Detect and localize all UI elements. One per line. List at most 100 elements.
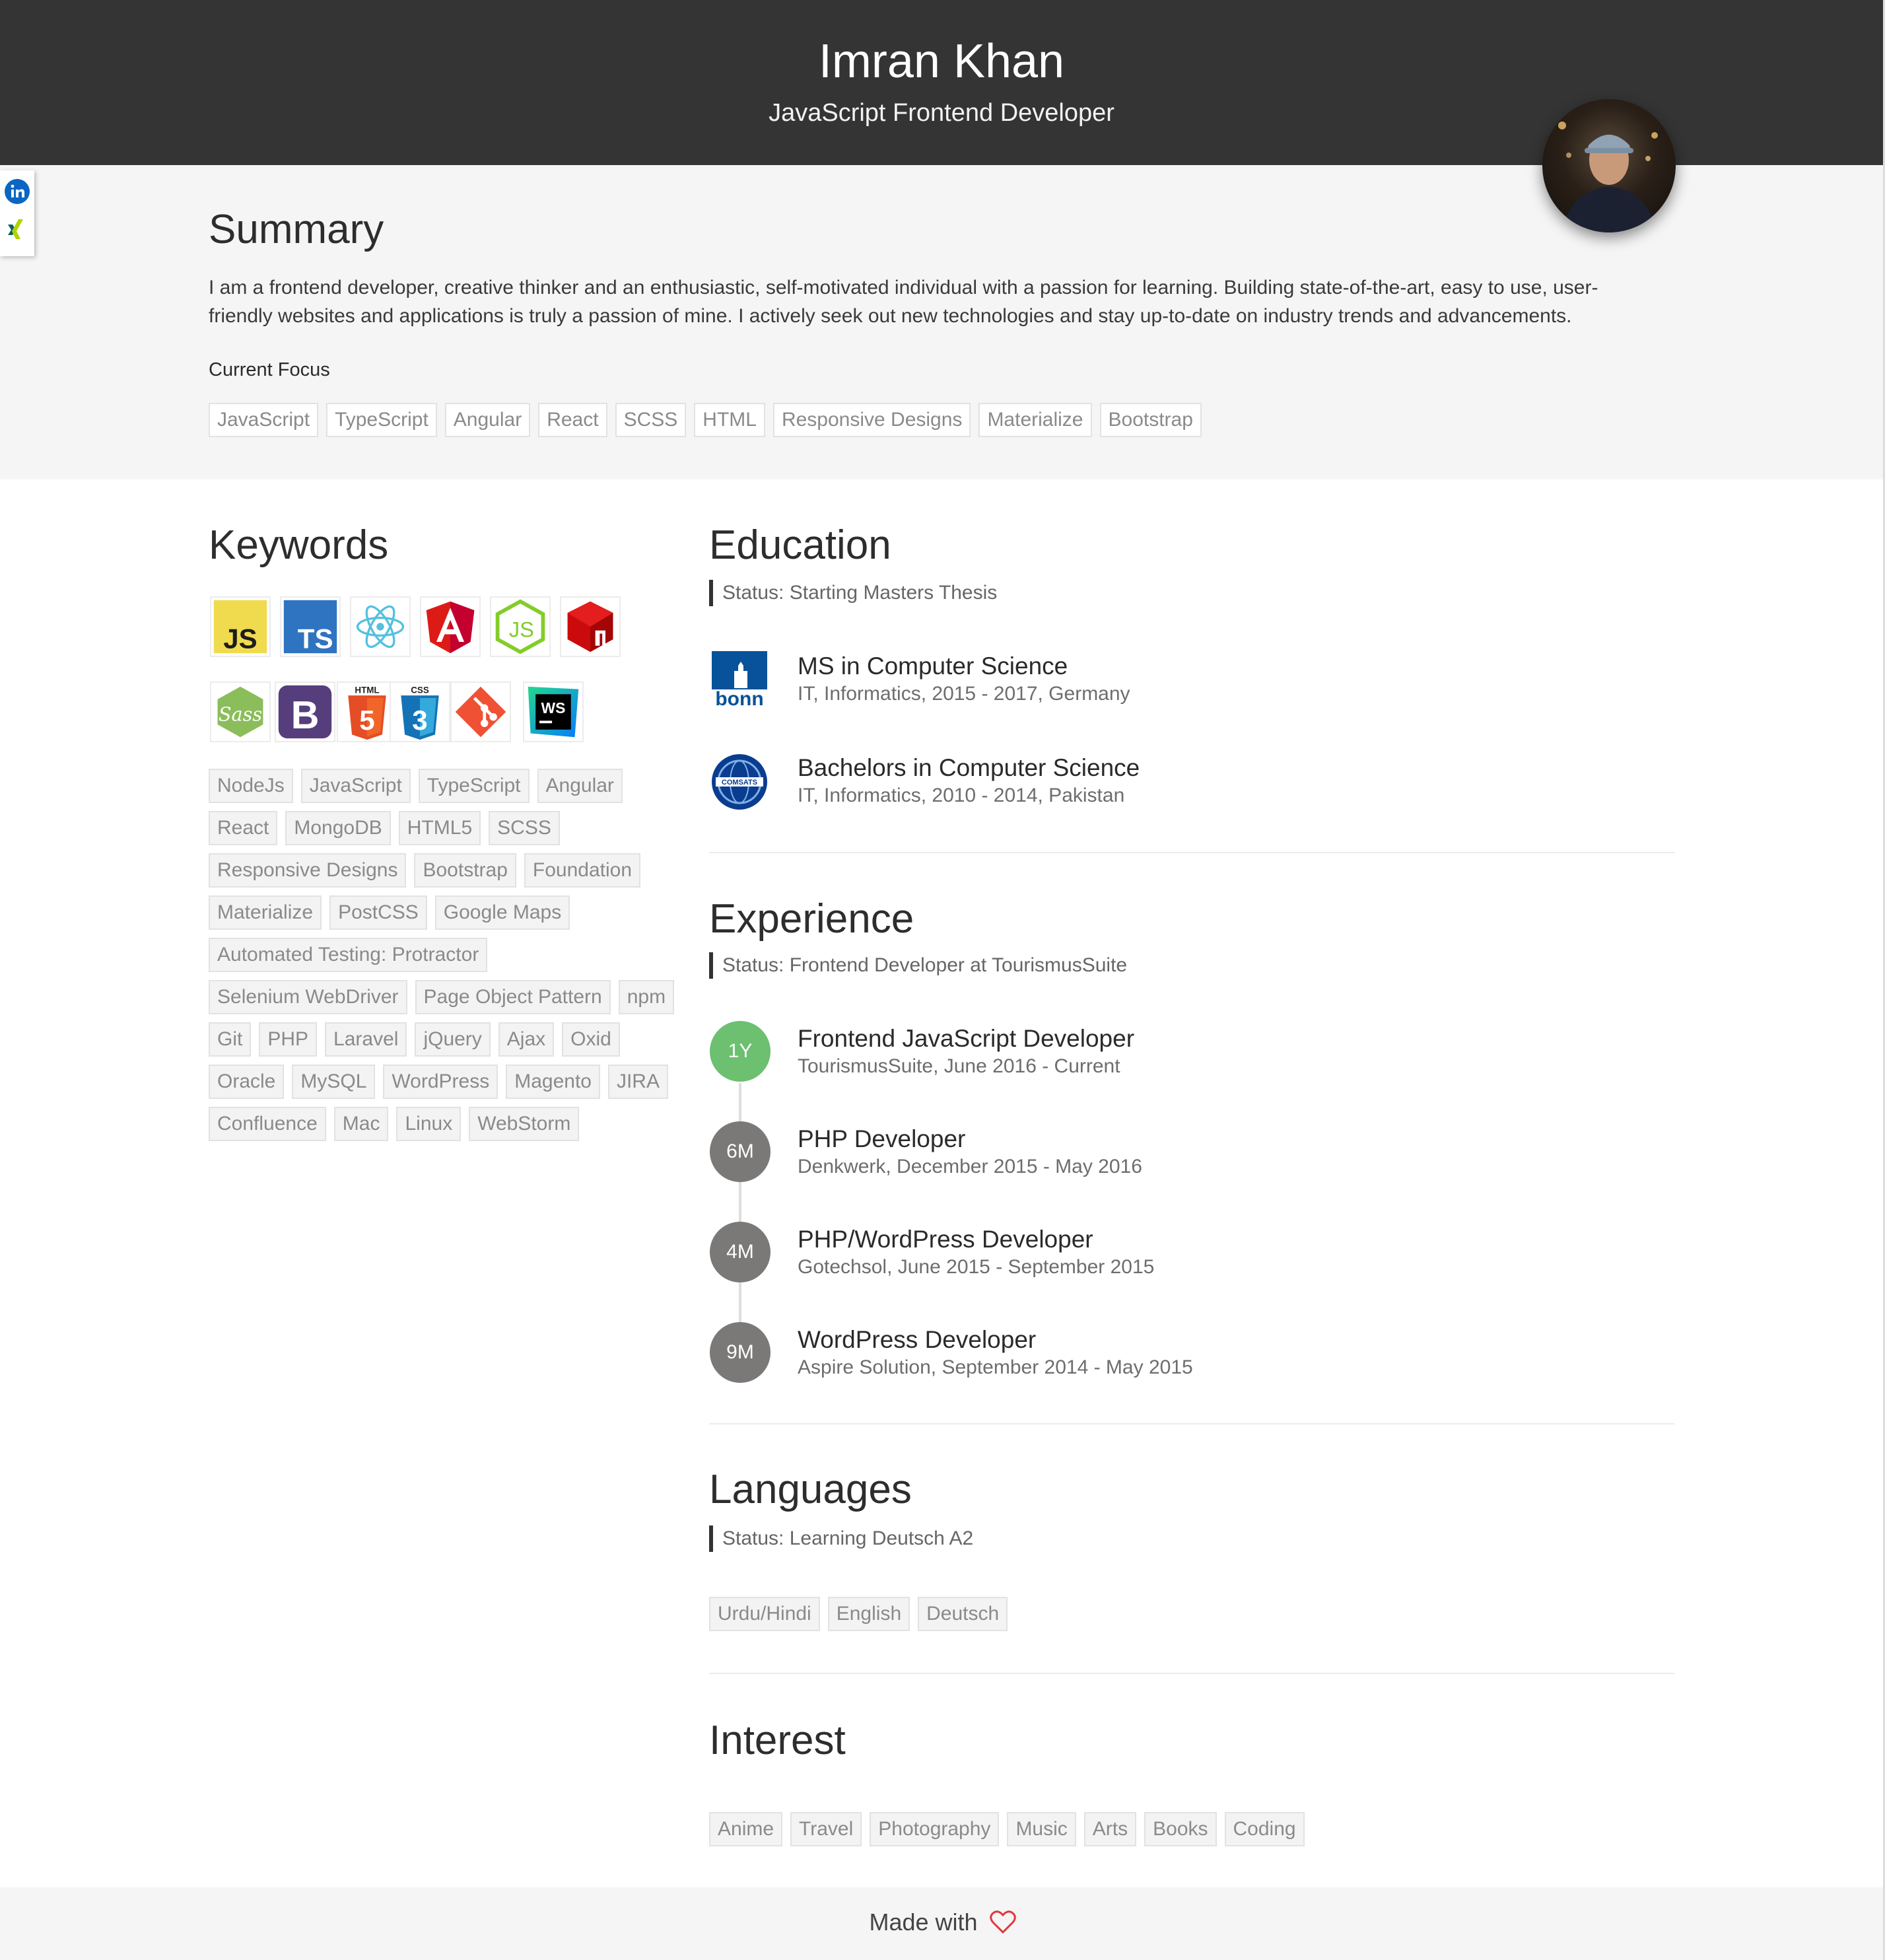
keyword-tag: JavaScript [300,769,411,803]
experience-item-title: PHP Developer [798,1125,966,1152]
section-divider [709,1423,1674,1424]
education-item-title: MS in Computer Science [798,652,1068,680]
experience-item-subtitle: Gotechsol, June 2015 - September 2015 [798,1256,1155,1278]
focus-tag: SCSS [615,403,687,437]
keyword-tag: Automated Testing: Protractor [209,938,488,972]
keyword-tag: WebStorm [469,1107,580,1141]
section-divider [709,852,1674,853]
keyword-tag: Magento [506,1065,600,1099]
summary-text: I am a frontend developer, creative thin… [209,277,1598,327]
html5-icon: HTML 5 [337,682,397,742]
keyword-tag: MongoDB [285,811,391,845]
focus-tag: HTML [694,403,765,437]
svg-text:HTML: HTML [355,685,379,695]
focus-tag: Responsive Designs [772,403,971,437]
keyword-tags: NodeJs JavaScript TypeScript Angular Rea… [209,769,684,1149]
npm-icon [560,596,621,657]
experience-status: Status: Frontend Developer at TourismusS… [709,952,1127,979]
keyword-tag: jQuery [415,1022,491,1057]
keyword-tag: MySQL [292,1065,376,1099]
interest-tag: Music [1007,1812,1076,1846]
languages-title: Languages [709,1467,912,1512]
education-title: Education [709,522,891,568]
svg-text:Sass: Sass [219,703,262,725]
language-tags: Urdu/Hindi English Deutsch [709,1597,1673,1639]
svg-text:B: B [291,693,320,737]
keywords-title: Keywords [209,522,389,568]
svg-text:TS: TS [298,623,333,654]
interest-tag: Travel [790,1812,862,1846]
education-item-title: Bachelors in Computer Science [798,754,1140,781]
interest-tag: Arts [1083,1812,1137,1846]
experience-item-title: WordPress Developer [798,1326,1037,1353]
keyword-tag: Page Object Pattern [415,980,611,1014]
keyword-tag: Mac [333,1107,389,1141]
keyword-tag: Ajax [498,1022,555,1057]
profile-avatar [1542,99,1676,232]
comsats-logo: COMSATS [709,752,770,812]
experience-duration-badge: 4M [710,1222,771,1282]
xing-icon[interactable] [4,217,30,243]
svg-text:JS: JS [223,623,257,654]
javascript-icon: JS [210,596,271,657]
svg-text:5: 5 [359,705,374,736]
keyword-tag: PostCSS [329,895,427,930]
svg-text:bonn: bonn [715,688,763,710]
linkedin-icon[interactable] [4,178,30,205]
svg-text:WS: WS [541,699,566,717]
section-divider [709,1673,1674,1674]
language-tag: English [827,1597,910,1631]
profile-name: Imran Khan [818,35,1065,88]
focus-tag: TypeScript [326,403,437,437]
language-tag: Deutsch [918,1597,1008,1631]
experience-duration-badge: 9M [710,1322,771,1383]
interest-tag: Books [1144,1812,1217,1846]
webstorm-icon: WS [523,682,584,742]
react-icon [350,596,411,657]
svg-text:CSS: CSS [411,685,429,695]
heart-icon [989,1910,1016,1934]
summary-title: Summary [209,207,384,252]
experience-duration-badge: 6M [710,1121,771,1182]
education-status: Status: Starting Masters Thesis [709,580,997,606]
languages-status: Status: Learning Deutsch A2 [709,1525,973,1552]
language-tag: Urdu/Hindi [709,1597,820,1631]
experience-item-title: Frontend JavaScript Developer [798,1025,1135,1052]
focus-tag: Bootstrap [1099,403,1202,437]
typescript-icon: TS [280,596,341,657]
keyword-tag: Materialize [209,895,322,930]
keyword-tag: Oxid [562,1022,620,1057]
education-item-subtitle: IT, Informatics, 2015 - 2017, Germany [798,683,1130,705]
interest-tags: Anime Travel Photography Music Arts Book… [709,1812,1673,1854]
current-focus-label: Current Focus [209,359,330,380]
svg-text:3: 3 [412,705,427,736]
page-footer: Made with [0,1887,1885,1960]
experience-title: Experience [709,896,914,942]
keyword-tag: Selenium WebDriver [209,980,407,1014]
keyword-tag: NodeJs [209,769,293,803]
keyword-tag: Oracle [209,1065,285,1099]
keyword-tag: TypeScript [418,769,530,803]
focus-tag: Materialize [978,403,1092,437]
keyword-tag: Bootstrap [414,853,516,888]
experience-item-subtitle: Denkwerk, December 2015 - May 2016 [798,1156,1142,1177]
git-icon [450,682,511,742]
keyword-tag: WordPress [383,1065,498,1099]
keyword-tag: HTML5 [398,811,481,845]
experience-duration-badge: 1Y [710,1021,771,1082]
keyword-tag: npm [618,980,675,1014]
keyword-tag: Linux [396,1107,462,1141]
sass-icon: Sass [210,682,271,742]
interest-tag: Coding [1224,1812,1305,1846]
education-item-subtitle: IT, Informatics, 2010 - 2014, Pakistan [798,785,1125,806]
svg-text:COMSATS: COMSATS [722,779,757,787]
bootstrap-icon: B [275,682,335,742]
focus-tag: React [538,403,607,437]
keyword-tag: Git [209,1022,252,1057]
angular-icon [420,596,481,657]
experience-item-subtitle: TourismusSuite, June 2016 - Current [798,1055,1120,1077]
keyword-tag: Google Maps [434,895,570,930]
focus-tag: JavaScript [209,403,319,437]
keyword-tag: React [209,811,278,845]
keyword-tag: JIRA [607,1065,668,1099]
